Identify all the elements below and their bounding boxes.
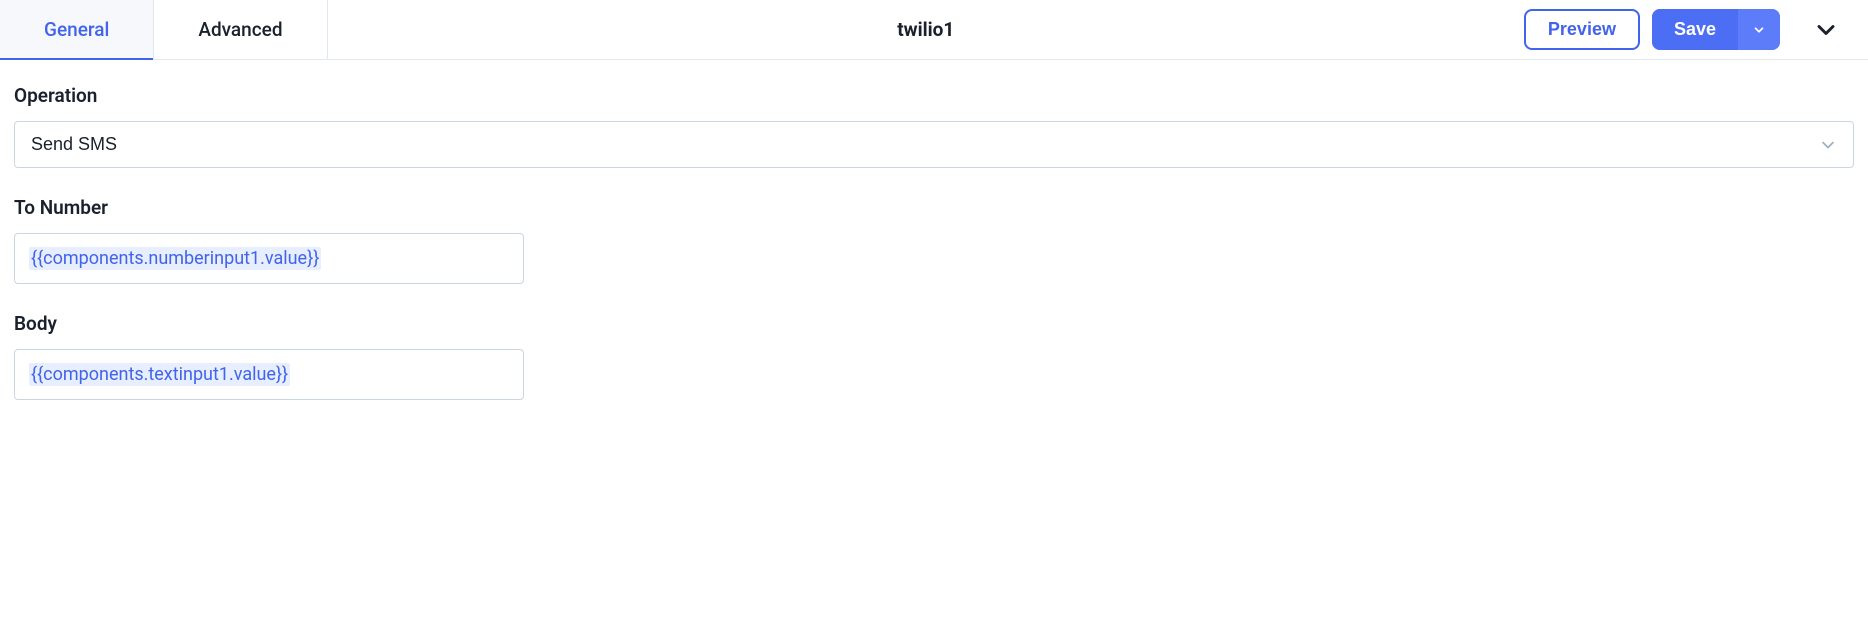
body-label: Body — [14, 312, 1854, 335]
chevron-down-icon — [1752, 23, 1766, 37]
tab-advanced[interactable]: Advanced — [154, 0, 327, 59]
to-number-input[interactable]: {{components.numberinput1.value}} — [14, 233, 524, 284]
content-area: Operation Send SMS To Number {{component… — [0, 60, 1868, 452]
preview-button[interactable]: Preview — [1524, 9, 1640, 50]
title-section: twilio1 — [328, 18, 1524, 41]
form-group-to-number: To Number {{components.numberinput1.valu… — [14, 196, 1854, 284]
actions-container: Preview Save — [1524, 8, 1868, 52]
operation-select-wrapper: Send SMS — [14, 121, 1854, 168]
save-dropdown-button[interactable] — [1738, 9, 1780, 50]
form-group-body: Body {{components.textinput1.value}} — [14, 312, 1854, 400]
tab-advanced-label: Advanced — [198, 18, 282, 41]
tab-general[interactable]: General — [0, 0, 154, 59]
body-input[interactable]: {{components.textinput1.value}} — [14, 349, 524, 400]
to-number-token: {{components.numberinput1.value}} — [29, 247, 321, 270]
tab-general-label: General — [44, 18, 109, 41]
collapse-button[interactable] — [1804, 8, 1848, 52]
tabs-container: General Advanced — [0, 0, 328, 59]
body-token: {{components.textinput1.value}} — [29, 363, 290, 386]
operation-label: Operation — [14, 84, 1854, 107]
chevron-down-icon — [1812, 16, 1840, 44]
form-group-operation: Operation Send SMS — [14, 84, 1854, 168]
operation-select[interactable]: Send SMS — [14, 121, 1854, 168]
operation-select-value: Send SMS — [31, 134, 117, 154]
save-button[interactable]: Save — [1652, 9, 1738, 50]
to-number-label: To Number — [14, 196, 1854, 219]
page-title: twilio1 — [897, 18, 954, 41]
save-button-group: Save — [1652, 9, 1780, 50]
header-bar: General Advanced twilio1 Preview Save — [0, 0, 1868, 60]
